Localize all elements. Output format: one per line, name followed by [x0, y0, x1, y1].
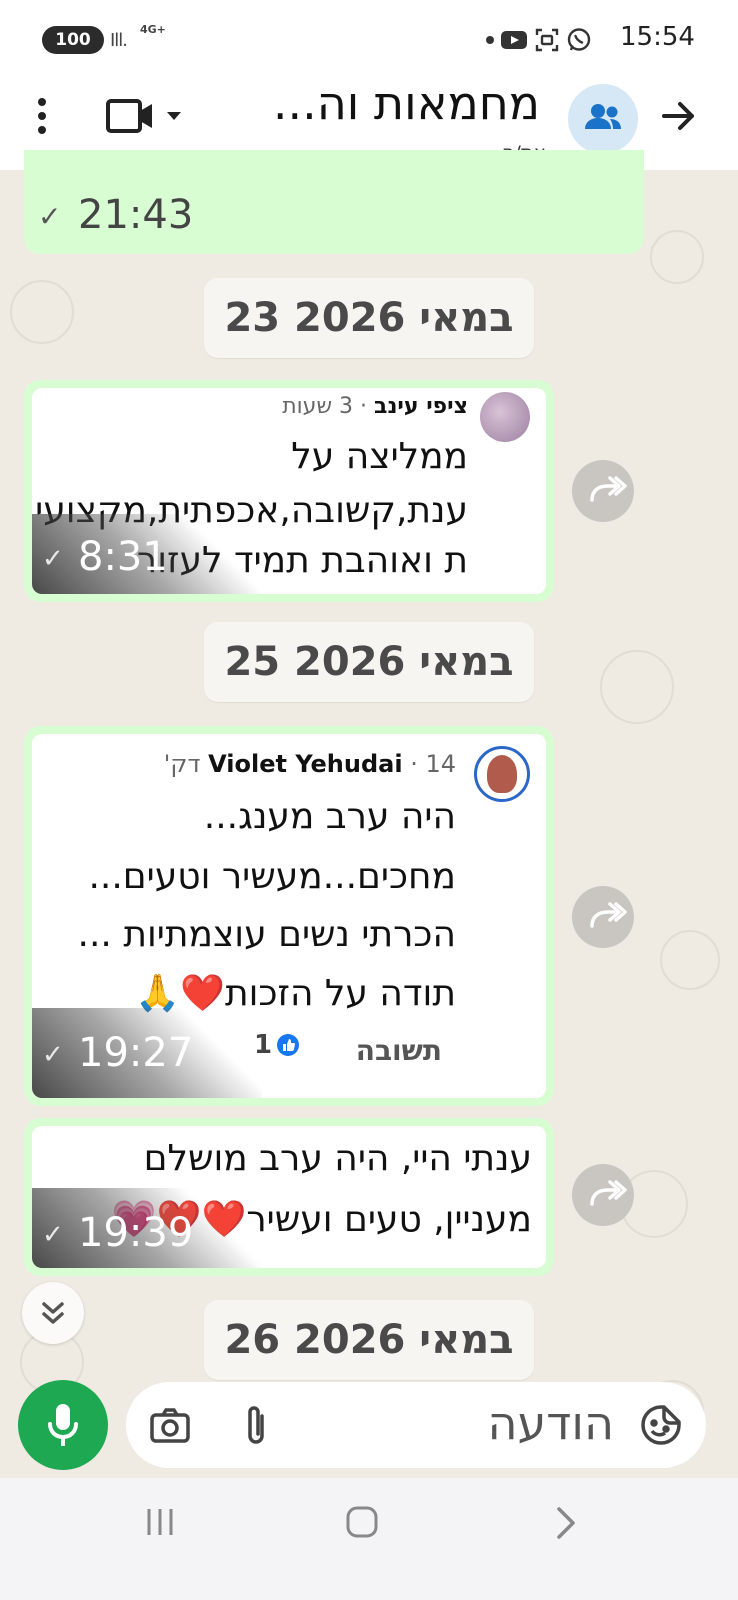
- forward-icon: [590, 1180, 627, 1206]
- read-tick-icon: ✓: [42, 1220, 64, 1250]
- network-type: 4G+: [140, 23, 166, 36]
- date-separator: 23 במאי 2026: [204, 278, 534, 358]
- sticker-icon: [641, 1405, 681, 1445]
- back-icon[interactable]: [554, 1506, 578, 1540]
- camera-icon: [150, 1408, 190, 1443]
- more-vert-icon[interactable]: [30, 96, 54, 136]
- mic-icon: [48, 1404, 78, 1446]
- youtube-icon: [501, 31, 527, 49]
- whatsapp-icon: [567, 28, 591, 51]
- video-call-icon: [106, 99, 152, 133]
- like-icon: [277, 1034, 300, 1056]
- attach-icon: [248, 1406, 264, 1444]
- message-time: 8:31: [78, 534, 168, 580]
- double-chevron-down-icon: [42, 1302, 64, 1324]
- signal-icon: Ill.: [110, 30, 128, 51]
- sticker-button[interactable]: [638, 1402, 684, 1448]
- forward-icon: [590, 902, 627, 928]
- group-avatar[interactable]: [568, 84, 638, 154]
- message-time: 21:43: [78, 192, 194, 238]
- forwarded-screenshot-message[interactable]: Violet Yehudai · 14 דק' היה ערב מענג... …: [24, 726, 554, 1106]
- wallpaper-doodle: [660, 930, 720, 990]
- post-author: ציפי עינב: [374, 394, 468, 419]
- post-author-line: ציפי עינב · 3 שעות: [282, 394, 468, 419]
- post-text-line: ענתי היי, היה ערב מושלם: [143, 1138, 532, 1179]
- system-nav-bar: [0, 1478, 738, 1600]
- dot-icon: [486, 36, 494, 44]
- wallpaper-doodle: [10, 280, 74, 344]
- date-separator: 26 במאי 2026: [204, 1300, 534, 1380]
- post-author-line: Violet Yehudai · 14 דק': [164, 750, 456, 778]
- wallpaper-doodle: [650, 230, 704, 284]
- attach-button[interactable]: [236, 1402, 276, 1450]
- post-time-ago: · 3 שעות: [282, 394, 368, 419]
- post-text-line: ממליצה על: [291, 436, 468, 477]
- forwarded-screenshot-message[interactable]: ענתי היי, היה ערב מושלם מעניין, טעים ועש…: [24, 1118, 554, 1276]
- scroll-to-bottom-button[interactable]: [22, 1282, 84, 1344]
- post-author: Violet Yehudai: [208, 750, 403, 778]
- post-text-line: היה ערב מענג...: [203, 796, 456, 837]
- recents-icon[interactable]: [144, 1506, 176, 1538]
- group-avatar-icon: [585, 104, 621, 129]
- post-text-line: מחכים...מעשיר וטעים...: [88, 856, 456, 897]
- wallpaper-doodle: [600, 650, 674, 724]
- read-tick-icon: ✓: [38, 200, 62, 233]
- screenshot-image[interactable]: ענתי היי, היה ערב מושלם מעניין, טעים ועש…: [32, 1126, 546, 1268]
- forward-icon: [590, 476, 627, 502]
- battery-indicator: 100: [42, 26, 104, 54]
- forward-button[interactable]: [572, 886, 634, 948]
- avatar: [474, 746, 530, 802]
- camera-button[interactable]: [148, 1404, 192, 1448]
- status-bar: 100 Ill. 4G+ 15:54: [0, 0, 738, 78]
- forwarded-screenshot-message[interactable]: ציפי עינב · 3 שעות ממליצה על ענת,קשובה,א…: [24, 380, 554, 602]
- video-call-button[interactable]: [104, 94, 190, 138]
- screenshot-image[interactable]: ציפי עינב · 3 שעות ממליצה על ענת,קשובה,א…: [32, 388, 546, 594]
- mic-button[interactable]: [18, 1380, 108, 1470]
- forward-button[interactable]: [572, 460, 634, 522]
- avatar: [480, 392, 530, 442]
- message-placeholder: הודעה: [487, 1396, 614, 1450]
- back-arrow-icon[interactable]: [658, 96, 698, 136]
- read-tick-icon: ✓: [42, 544, 64, 574]
- notification-icons: [486, 26, 592, 54]
- clock: 15:54: [620, 22, 695, 52]
- date-separator: 25 במאי 2026: [204, 622, 534, 702]
- chat-title[interactable]: מחמאות וה...: [240, 76, 540, 130]
- message-bubble-partial[interactable]: ✓ 21:43: [24, 150, 644, 254]
- screenshot-icon: [535, 28, 559, 52]
- message-time: 19:39: [78, 1210, 194, 1256]
- message-input[interactable]: הודעה: [126, 1382, 706, 1468]
- post-text-line: הכרתי נשים עוצמתיות ...: [77, 914, 456, 955]
- read-tick-icon: ✓: [42, 1040, 64, 1070]
- reply-label: תשובה: [355, 1034, 442, 1067]
- forward-button[interactable]: [572, 1164, 634, 1226]
- screenshot-image[interactable]: Violet Yehudai · 14 דק' היה ערב מענג... …: [32, 734, 546, 1098]
- chevron-down-icon: [167, 112, 181, 120]
- message-time: 19:27: [78, 1030, 194, 1076]
- home-icon[interactable]: [344, 1504, 380, 1540]
